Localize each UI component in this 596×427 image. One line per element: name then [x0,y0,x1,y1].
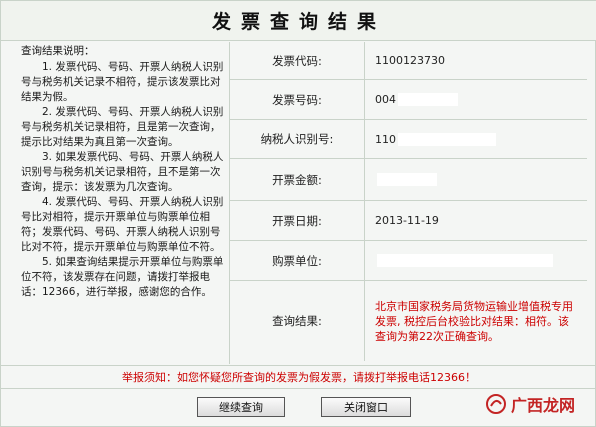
taxpayer-id-cell: 110 [365,120,587,158]
continue-query-button[interactable]: 继续查询 [197,397,285,417]
dragon-logo-icon [486,394,506,414]
invoice-code-value: 1100123730 [375,54,445,67]
invoice-number-value: 004 [375,93,396,106]
notes-item-2: 2. 发票代码、号码、开票人纳税人识别号与税务机关记录相符，且是第一次查询，提示… [21,106,224,148]
query-result-cell: 北京市国家税务局货物运输业增值税专用发票, 税控后台校验比对结果：相符。该查询为… [365,281,587,361]
row-query-result: 查询结果: 北京市国家税务局货物运输业增值税专用发票, 税控后台校验比对结果：相… [230,281,587,361]
redaction-mask [377,173,437,186]
page-title-bar: 发票查询结果 [1,1,596,41]
invoice-details-table: 发票代码: 1100123730 发票号码: 004 纳税人识别号: 110 开… [229,42,587,364]
amount-cell [365,159,587,200]
site-watermark: 广西龙网 [485,386,593,422]
page-title: 发票查询结果 [211,11,386,33]
taxpayer-id-label: 纳税人识别号: [230,120,365,158]
date-value: 2013-11-19 [375,214,439,227]
invoice-code-label: 发票代码: [230,42,365,79]
notes-item-5: 5. 如果查询结果提示开票单位与购票单位不符，该发票存在问题，请拨打举报电话：1… [21,256,224,298]
taxpayer-id-value: 110 [375,132,396,146]
notes-item-4: 4. 发票代码、号码、开票人纳税人识别号比对相符，提示开票单位与购票单位相符；发… [21,196,224,253]
invoice-query-result-page: 发票查询结果 查询结果说明： 1. 发票代码、号码、开票人纳税人识别号与税务机关… [0,0,596,427]
amount-label: 开票金额: [230,159,365,200]
query-result-value: 北京市国家税务局货物运输业增值税专用发票, 税控后台校验比对结果：相符。该查询为… [375,299,573,343]
watermark-text: 广西龙网 [511,396,576,415]
buyer-cell [365,241,587,280]
row-buyer: 购票单位: [230,241,587,281]
notes-item-1: 1. 发票代码、号码、开票人纳税人识别号与税务机关记录不相符，提示该发票比对结果… [21,61,224,103]
buyer-label: 购票单位: [230,241,365,280]
row-invoice-code: 发票代码: 1100123730 [230,42,587,80]
row-date: 开票日期: 2013-11-19 [230,201,587,241]
close-window-button[interactable]: 关闭窗口 [321,397,411,417]
notes-heading: 查询结果说明： [21,45,95,57]
redaction-mask [377,254,553,267]
notes-item-3: 3. 如果发票代码、号码、开票人纳税人识别号与税务机关记录相符，且不是第一次查询… [21,151,224,193]
date-label: 开票日期: [230,201,365,240]
row-amount: 开票金额: [230,159,587,201]
query-result-notes: 查询结果说明： 1. 发票代码、号码、开票人纳税人识别号与税务机关记录不相符，提… [21,44,226,362]
invoice-number-cell: 004 [365,80,587,119]
redaction-mask [398,132,496,146]
query-result-label: 查询结果: [230,281,365,361]
redaction-mask [398,93,458,106]
row-taxpayer-id: 纳税人识别号: 110 [230,120,587,159]
row-invoice-number: 发票号码: 004 [230,80,587,120]
invoice-number-label: 发票号码: [230,80,365,119]
